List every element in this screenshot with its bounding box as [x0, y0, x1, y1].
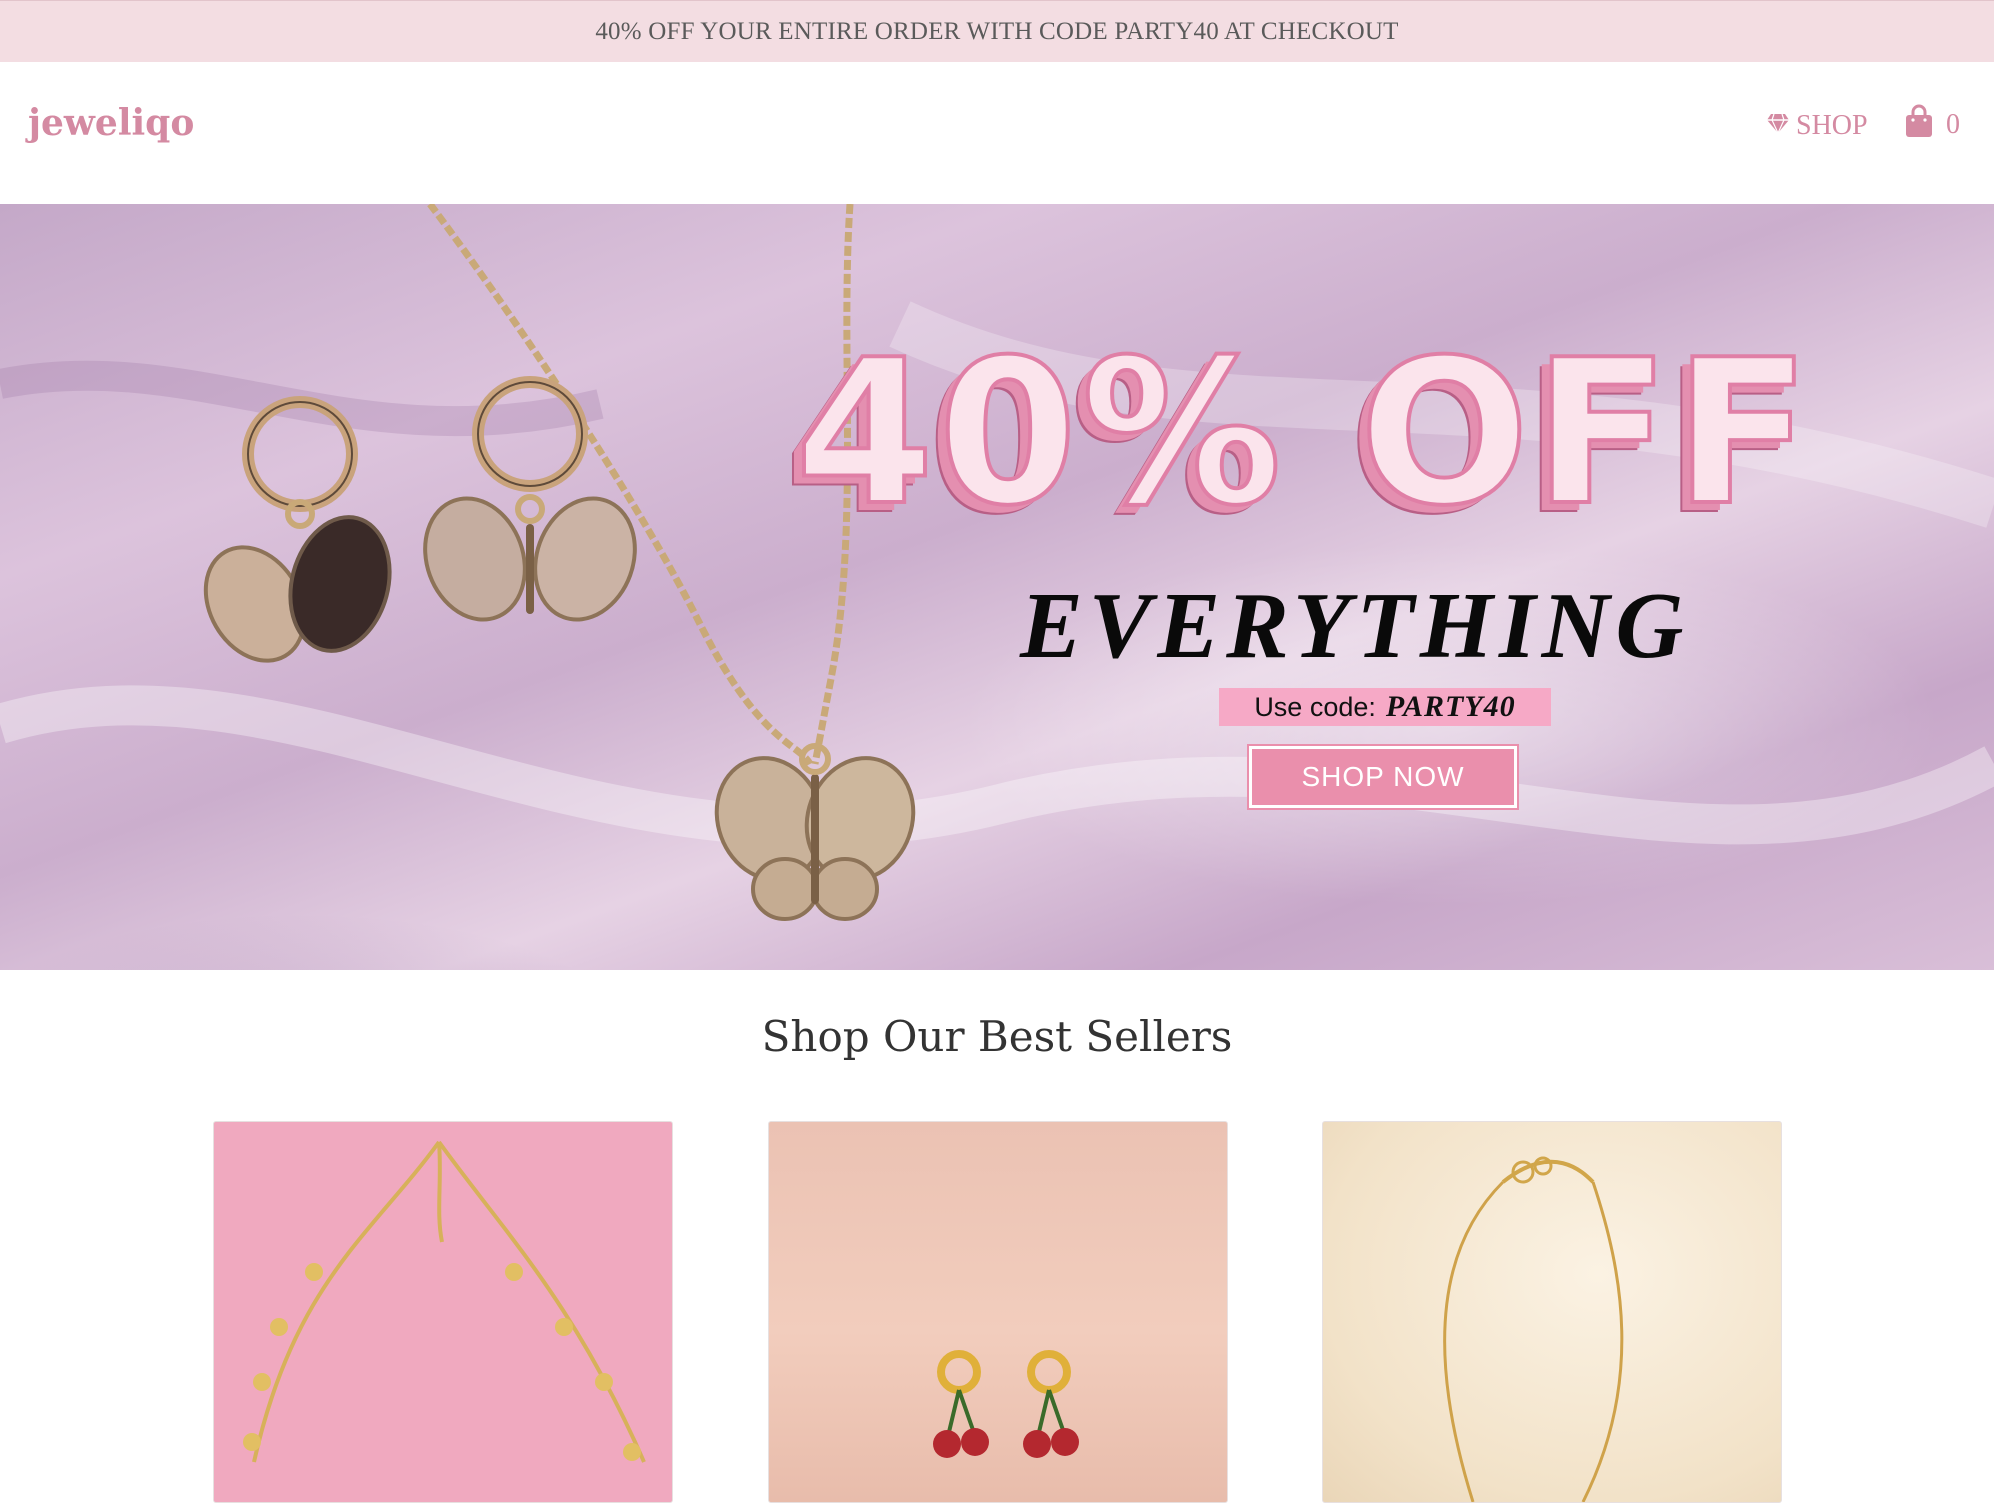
hero-subheadline: EVERYTHING: [1020, 574, 1690, 678]
announcement-text: 40% OFF YOUR ENTIRE ORDER WITH CODE PART…: [595, 18, 1399, 45]
cart-count: 0: [1946, 109, 1960, 140]
product-image: [243, 1140, 646, 1463]
promo-code-badge: Use code: PARTY40: [1219, 688, 1551, 726]
nav-shop-link[interactable]: SHOP: [1766, 110, 1868, 142]
cart-button[interactable]: 0: [1904, 104, 1960, 146]
announcement-bar: 40% OFF YOUR ENTIRE ORDER WITH CODE PART…: [0, 0, 1994, 63]
product-image: [933, 1350, 1079, 1458]
site-header: jeweliqo SHOP 0: [0, 62, 1994, 204]
promo-code-label: Use code:: [1254, 691, 1376, 722]
site-logo[interactable]: jeweliqo: [28, 102, 194, 144]
product-card-cherry-earrings[interactable]: [768, 1121, 1228, 1503]
product-card-gold-chain[interactable]: [1322, 1121, 1782, 1503]
shop-now-button[interactable]: SHOP NOW: [1249, 746, 1517, 808]
shopping-bag-icon: [1904, 104, 1934, 146]
product-image: [1443, 1156, 1624, 1502]
promo-code-value: PARTY40: [1385, 690, 1516, 723]
hero-headline: 40% OFF: [793, 317, 1815, 550]
hero-banner: 40% OFF EVERYTHING Use code: PARTY40 SHO…: [0, 204, 1994, 970]
product-card-anklet[interactable]: [213, 1121, 673, 1503]
diamond-icon: [1766, 110, 1790, 142]
nav-shop-label: SHOP: [1796, 110, 1868, 141]
best-sellers-title: Shop Our Best Sellers: [761, 1012, 1233, 1061]
